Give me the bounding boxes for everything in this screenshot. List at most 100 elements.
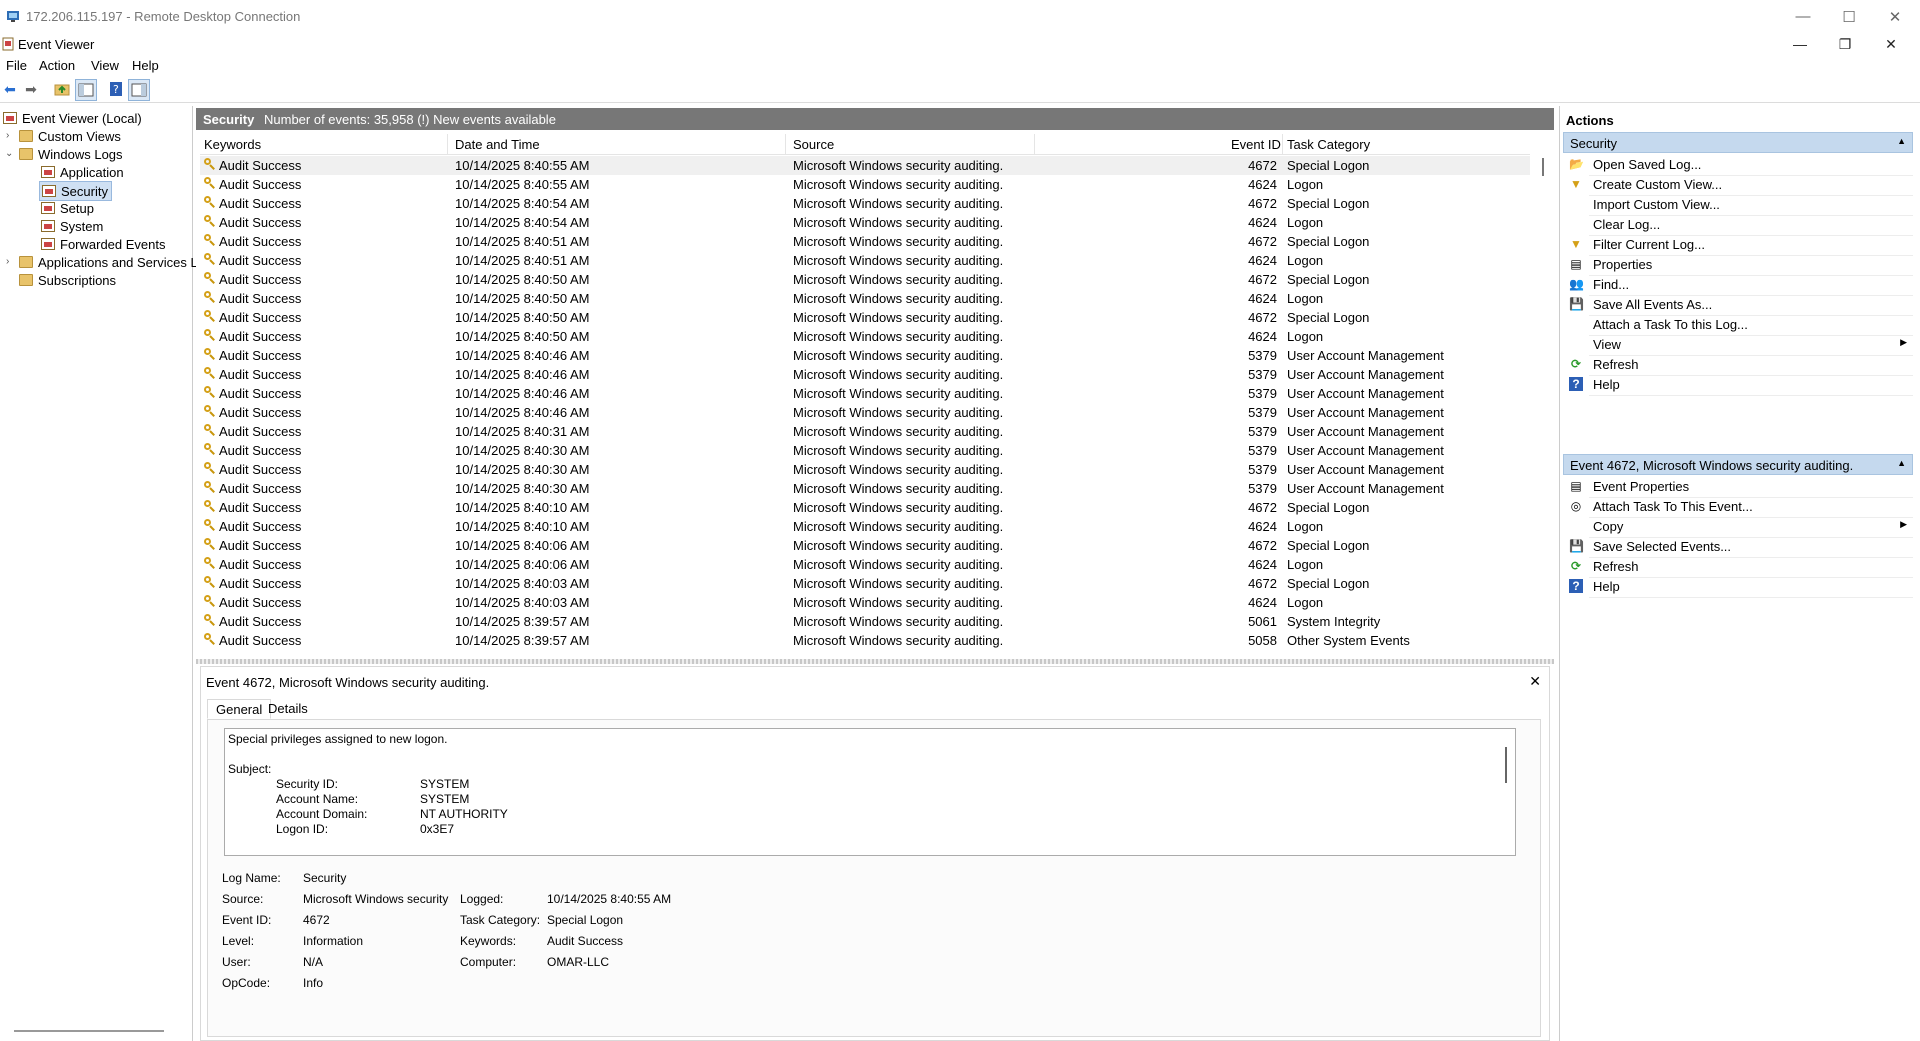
action-properties[interactable]: ▤ Properties <box>1563 254 1913 276</box>
table-row[interactable]: Audit Success 10/14/2025 8:40:50 AM Micros… <box>200 289 1530 308</box>
column-header-date[interactable]: Date and Time <box>455 137 540 152</box>
action-attach-a-task-to-this-log[interactable]: Attach a Task To this Log... <box>1563 314 1913 336</box>
rdp-close-button[interactable]: ✕ <box>1872 0 1918 33</box>
table-row[interactable]: Audit Success 10/14/2025 8:40:03 AM Micros… <box>200 574 1530 593</box>
column-header-task-category[interactable]: Task Category <box>1287 137 1370 152</box>
table-row[interactable]: Audit Success 10/14/2025 8:40:55 AM Micros… <box>200 156 1530 175</box>
cell-keywords: Audit Success <box>219 177 302 192</box>
show-hide-action-pane-icon[interactable] <box>128 79 150 101</box>
action-open-saved-log[interactable]: 📂 Open Saved Log... <box>1563 154 1913 176</box>
tree-node-subscriptions[interactable]: Subscriptions <box>19 271 116 289</box>
action-filter-current-log[interactable]: ▼ Filter Current Log... <box>1563 234 1913 256</box>
column-divider[interactable] <box>785 134 786 154</box>
table-row[interactable]: Audit Success 10/14/2025 8:40:46 AM Micros… <box>200 365 1530 384</box>
column-header-source[interactable]: Source <box>793 137 834 152</box>
table-row[interactable]: Audit Success 10/14/2025 8:40:46 AM Micros… <box>200 384 1530 403</box>
tree-node-application[interactable]: Application <box>41 163 124 181</box>
cell-keywords: Audit Success <box>219 253 302 268</box>
tree-node-apps-services[interactable]: Applications and Services Lo <box>19 253 205 271</box>
expand-arrow-icon[interactable]: › <box>6 130 16 141</box>
action-save-selected-events[interactable]: 💾 Save Selected Events... <box>1563 536 1913 558</box>
tree-node-system[interactable]: System <box>41 217 103 235</box>
action-help[interactable]: ? Help <box>1563 576 1913 598</box>
back-arrow-icon[interactable]: ⬅ <box>0 79 20 99</box>
help-icon[interactable]: ? <box>106 79 126 99</box>
action-event-properties[interactable]: ▤ Event Properties <box>1563 476 1913 498</box>
table-row[interactable]: Audit Success 10/14/2025 8:40:51 AM Micros… <box>200 251 1530 270</box>
menu-action[interactable]: Action <box>39 58 75 73</box>
action-save-all-events-as[interactable]: 💾 Save All Events As... <box>1563 294 1913 316</box>
table-row[interactable]: Audit Success 10/14/2025 8:40:03 AM Micros… <box>200 593 1530 612</box>
table-row[interactable]: Audit Success 10/14/2025 8:40:54 AM Micros… <box>200 194 1530 213</box>
actions-section-event[interactable]: Event 4672, Microsoft Windows security a… <box>1563 454 1913 475</box>
table-row[interactable]: Audit Success 10/14/2025 8:40:06 AM Micros… <box>200 536 1530 555</box>
tree-node-root[interactable]: Event Viewer (Local) <box>3 109 142 127</box>
action-create-custom-view[interactable]: ▼ Create Custom View... <box>1563 174 1913 196</box>
tree-node-windows-logs[interactable]: Windows Logs <box>19 145 123 163</box>
action-refresh[interactable]: ⟳ Refresh <box>1563 354 1913 376</box>
table-row[interactable]: Audit Success 10/14/2025 8:39:57 AM Micros… <box>200 631 1530 650</box>
table-row[interactable]: Audit Success 10/14/2025 8:40:50 AM Micros… <box>200 308 1530 327</box>
expand-arrow-icon[interactable]: › <box>6 256 16 267</box>
show-hide-console-tree-icon[interactable] <box>75 79 97 101</box>
tree-node-setup[interactable]: Setup <box>41 199 94 217</box>
table-row[interactable]: Audit Success 10/14/2025 8:40:10 AM Micros… <box>200 517 1530 536</box>
tree-horizontal-scrollbar[interactable] <box>14 1030 164 1032</box>
collapse-caret-icon[interactable]: ▲ <box>1897 458 1906 468</box>
column-divider[interactable] <box>1034 134 1035 154</box>
cell-keywords: Audit Success <box>219 424 302 439</box>
up-folder-icon[interactable] <box>52 79 72 99</box>
column-header-keywords[interactable]: Keywords <box>204 137 261 152</box>
tree-node-custom-views[interactable]: Custom Views <box>19 127 121 145</box>
message-scrollbar-thumb[interactable] <box>1505 747 1507 783</box>
table-row[interactable]: Audit Success 10/14/2025 8:40:30 AM Micros… <box>200 460 1530 479</box>
menu-help[interactable]: Help <box>132 58 159 73</box>
tab-details[interactable]: Details <box>260 699 316 719</box>
tree-node-forwarded-events[interactable]: Forwarded Events <box>41 235 166 253</box>
action-help[interactable]: ? Help <box>1563 374 1913 396</box>
table-row[interactable]: Audit Success 10/14/2025 8:40:55 AM Micros… <box>200 175 1530 194</box>
column-header-event-id[interactable]: Event ID <box>1231 137 1281 152</box>
menu-view[interactable]: View <box>91 58 119 73</box>
cell-date-time: 10/14/2025 8:40:46 AM <box>455 386 590 401</box>
table-row[interactable]: Audit Success 10/14/2025 8:40:06 AM Micros… <box>200 555 1530 574</box>
rdp-maximize-button[interactable]: ☐ <box>1826 0 1872 33</box>
menu-file[interactable]: File <box>6 58 27 73</box>
scrollbar-thumb[interactable] <box>1542 158 1544 176</box>
table-row[interactable]: Audit Success 10/14/2025 8:40:10 AM Micros… <box>200 498 1530 517</box>
collapse-caret-icon[interactable]: ▲ <box>1897 136 1906 146</box>
action-view[interactable]: View ▶ <box>1563 334 1913 356</box>
event-list-scrollbar[interactable] <box>1539 156 1549 650</box>
action-import-custom-view[interactable]: Import Custom View... <box>1563 194 1913 216</box>
table-row[interactable]: Audit Success 10/14/2025 8:40:30 AM Micros… <box>200 441 1530 460</box>
close-icon[interactable]: ✕ <box>1529 673 1541 690</box>
action-copy[interactable]: Copy ▶ <box>1563 516 1913 538</box>
forward-arrow-icon[interactable]: ➡ <box>21 79 41 99</box>
pane-splitter[interactable] <box>196 659 1554 664</box>
table-row[interactable]: Audit Success 10/14/2025 8:40:51 AM Micros… <box>200 232 1530 251</box>
action-attach-task-to-this-event[interactable]: ◎ Attach Task To This Event... <box>1563 496 1913 518</box>
app-minimize-button[interactable]: — <box>1777 33 1823 55</box>
tree-node-security[interactable]: Security <box>39 181 112 201</box>
table-row[interactable]: Audit Success 10/14/2025 8:40:50 AM Micros… <box>200 327 1530 346</box>
action-refresh[interactable]: ⟳ Refresh <box>1563 556 1913 578</box>
column-divider[interactable] <box>447 134 448 154</box>
action-clear-log[interactable]: Clear Log... <box>1563 214 1913 236</box>
event-message-box[interactable]: Special privileges assigned to new logon… <box>224 728 1516 856</box>
column-divider[interactable] <box>1282 134 1283 154</box>
app-close-button[interactable]: ✕ <box>1868 33 1914 55</box>
table-row[interactable]: Audit Success 10/14/2025 8:40:54 AM Micros… <box>200 213 1530 232</box>
app-restore-button[interactable]: ❐ <box>1822 33 1868 55</box>
table-row[interactable]: Audit Success 10/14/2025 8:40:31 AM Micros… <box>200 422 1530 441</box>
table-row[interactable]: Audit Success 10/14/2025 8:40:30 AM Micros… <box>200 479 1530 498</box>
cell-keywords: Audit Success <box>219 310 302 325</box>
rdp-minimize-button[interactable]: — <box>1780 0 1826 33</box>
collapse-arrow-icon[interactable]: ⌄ <box>5 148 15 159</box>
action-find[interactable]: 👥 Find... <box>1563 274 1913 296</box>
table-row[interactable]: Audit Success 10/14/2025 8:39:57 AM Micros… <box>200 612 1530 631</box>
table-row[interactable]: Audit Success 10/14/2025 8:40:46 AM Micros… <box>200 403 1530 422</box>
table-row[interactable]: Audit Success 10/14/2025 8:40:46 AM Micros… <box>200 346 1530 365</box>
prop-event-id: 4672 <box>303 913 330 927</box>
table-row[interactable]: Audit Success 10/14/2025 8:40:50 AM Micros… <box>200 270 1530 289</box>
actions-section-security[interactable]: Security ▲ <box>1563 132 1913 153</box>
